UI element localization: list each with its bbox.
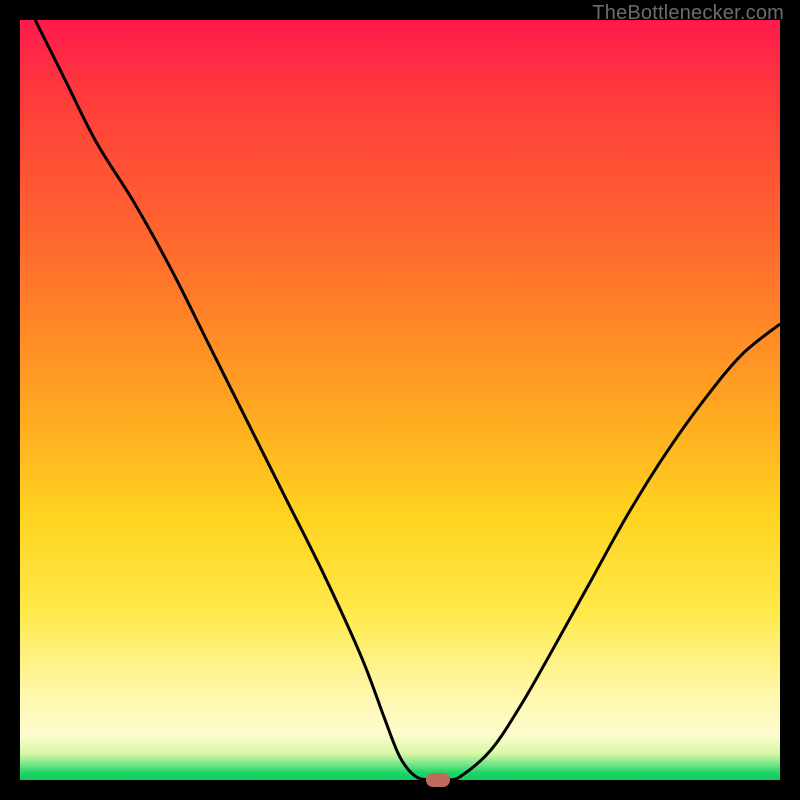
curve-layer xyxy=(20,20,780,780)
bottleneck-curve xyxy=(35,20,780,780)
attribution-text: TheBottlenecker.com xyxy=(592,2,784,25)
chart-frame: TheBottlenecker.com xyxy=(0,0,800,800)
optimal-point-marker xyxy=(426,773,450,787)
